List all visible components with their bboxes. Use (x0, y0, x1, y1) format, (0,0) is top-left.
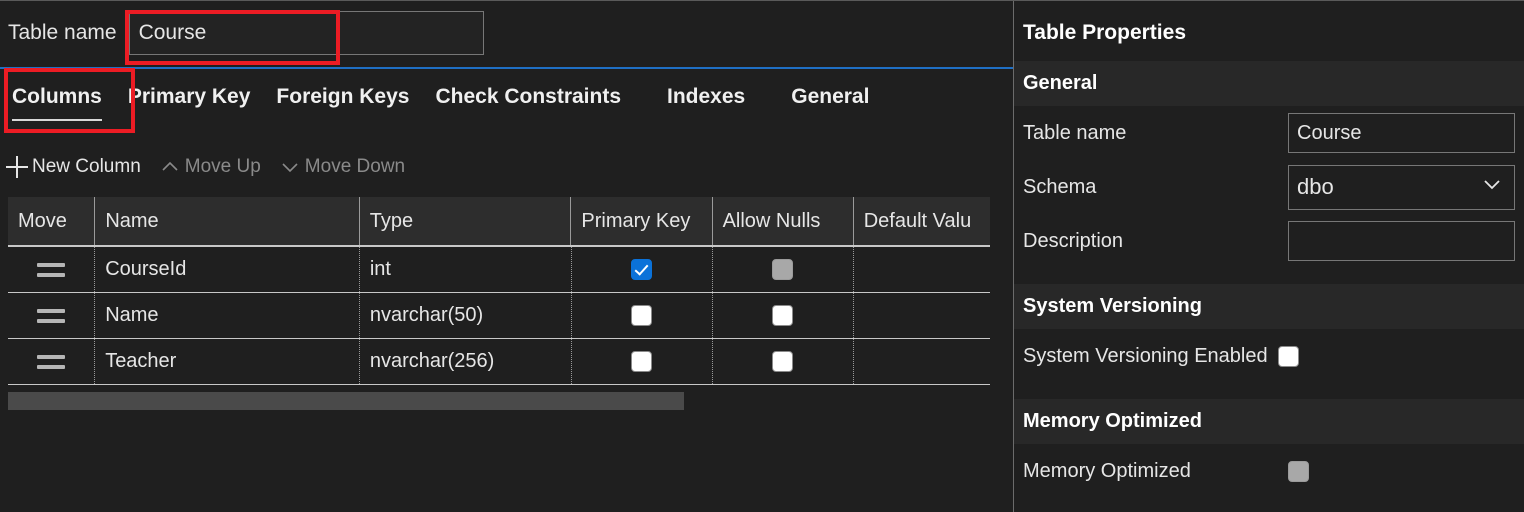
schema-selected-value: dbo (1297, 174, 1334, 199)
tab-columns[interactable]: Columns (12, 69, 102, 121)
chevron-down-icon (279, 156, 301, 178)
plus-icon (6, 156, 28, 178)
table-designer-pane: Table name Columns Primary Key Foreign K… (0, 1, 1014, 512)
row-primary-key-cell[interactable] (570, 293, 712, 338)
property-row-system-versioning-enabled: System Versioning Enabled (1014, 329, 1524, 383)
property-row-memory-optimized: Memory Optimized (1014, 444, 1524, 498)
designer-tabbar: Columns Primary Key Foreign Keys Check C… (0, 67, 1013, 131)
row-type-cell[interactable]: nvarchar(256) (358, 339, 571, 384)
description-property-label: Description (1023, 229, 1124, 252)
table-row[interactable]: CourseId int (8, 247, 990, 293)
grid-horizontal-scrollbar[interactable] (8, 392, 990, 410)
row-default-value-cell[interactable] (852, 247, 990, 292)
row-default-value-cell[interactable] (852, 339, 990, 384)
tab-general[interactable]: General (791, 69, 869, 109)
row-type-cell[interactable]: nvarchar(50) (358, 293, 571, 338)
chevron-down-icon (1480, 172, 1504, 202)
column-header-type[interactable]: Type (358, 197, 571, 245)
columns-toolbar: New Column Move Up Move Down (0, 149, 423, 185)
schema-property-label: Schema (1023, 175, 1097, 198)
tab-foreign-keys[interactable]: Foreign Keys (276, 69, 409, 109)
table-designer-window: Table name Columns Primary Key Foreign K… (0, 0, 1524, 512)
new-column-label: New Column (32, 156, 141, 177)
row-move-cell[interactable] (8, 293, 94, 338)
row-name-cell[interactable]: Name (94, 293, 359, 338)
schema-dropdown[interactable]: dbo (1288, 164, 1515, 210)
row-allow-nulls-cell[interactable] (711, 293, 853, 338)
row-default-value-cell[interactable] (852, 293, 990, 338)
system-versioning-enabled-label: System Versioning Enabled (1023, 344, 1268, 367)
system-versioning-enabled-checkbox[interactable] (1277, 345, 1299, 367)
table-row[interactable]: Teacher nvarchar(256) (8, 339, 990, 385)
column-header-allow-nulls[interactable]: Allow Nulls (711, 197, 853, 245)
row-move-cell[interactable] (8, 339, 94, 384)
table-name-property-control (1288, 113, 1515, 153)
column-header-move[interactable]: Move (8, 197, 94, 245)
column-header-name[interactable]: Name (94, 197, 358, 245)
section-header-system-versioning: System Versioning (1014, 284, 1524, 329)
description-property-input[interactable] (1288, 221, 1515, 261)
allow-nulls-checkbox (772, 259, 794, 280)
tab-check-constraints[interactable]: Check Constraints (435, 69, 621, 109)
tab-primary-key[interactable]: Primary Key (128, 69, 251, 109)
property-row-schema: Schema dbo (1014, 160, 1524, 214)
section-header-memory-optimized: Memory Optimized (1014, 399, 1524, 444)
row-name-cell[interactable]: Teacher (94, 339, 359, 384)
schema-property-control: dbo (1288, 164, 1515, 210)
drag-handle-icon[interactable] (37, 308, 66, 323)
allow-nulls-checkbox[interactable] (772, 305, 794, 326)
table-name-property-label: Table name (1023, 121, 1127, 144)
table-name-property-input[interactable] (1288, 113, 1515, 153)
table-properties-panel: Table Properties General Table name Sche… (1014, 1, 1524, 512)
memory-optimized-label: Memory Optimized (1023, 459, 1191, 482)
move-down-label: Move Down (304, 156, 406, 177)
table-row[interactable]: Name nvarchar(50) (8, 293, 990, 339)
chevron-up-icon (159, 156, 181, 178)
memory-optimized-checkbox (1288, 460, 1309, 482)
row-move-cell[interactable] (8, 247, 94, 292)
column-header-default-value[interactable]: Default Valu (852, 197, 990, 245)
row-allow-nulls-cell[interactable] (711, 339, 853, 384)
panel-title: Table Properties (1023, 21, 1186, 44)
column-header-primary-key[interactable]: Primary Key (570, 197, 711, 245)
property-row-description: Description (1014, 214, 1524, 268)
row-allow-nulls-cell[interactable] (711, 247, 853, 292)
primary-key-checkbox[interactable] (631, 259, 653, 280)
row-primary-key-cell[interactable] (570, 247, 712, 292)
columns-grid: Move Name Type Primary Key Allow Nulls D… (8, 197, 990, 385)
scrollbar-thumb[interactable] (8, 392, 684, 410)
section-header-general: General (1014, 61, 1524, 106)
property-row-table-name: Table name (1014, 106, 1524, 160)
primary-key-checkbox[interactable] (631, 351, 653, 372)
primary-key-checkbox[interactable] (631, 305, 653, 326)
drag-handle-icon[interactable] (37, 354, 66, 369)
row-type-cell[interactable]: int (358, 247, 571, 292)
new-column-button[interactable]: New Column (6, 156, 141, 178)
table-name-row: Table name (0, 9, 484, 57)
row-name-cell[interactable]: CourseId (94, 247, 359, 292)
move-up-button[interactable]: Move Up (159, 156, 261, 178)
allow-nulls-checkbox[interactable] (772, 351, 794, 372)
table-name-label: Table name (8, 21, 117, 44)
table-name-input[interactable] (128, 11, 484, 55)
row-primary-key-cell[interactable] (570, 339, 712, 384)
drag-handle-icon[interactable] (37, 262, 66, 277)
move-down-button[interactable]: Move Down (279, 156, 405, 178)
tab-indexes[interactable]: Indexes (667, 69, 745, 109)
description-property-control (1288, 221, 1515, 261)
move-up-label: Move Up (184, 156, 261, 177)
grid-header-row: Move Name Type Primary Key Allow Nulls D… (8, 197, 990, 247)
